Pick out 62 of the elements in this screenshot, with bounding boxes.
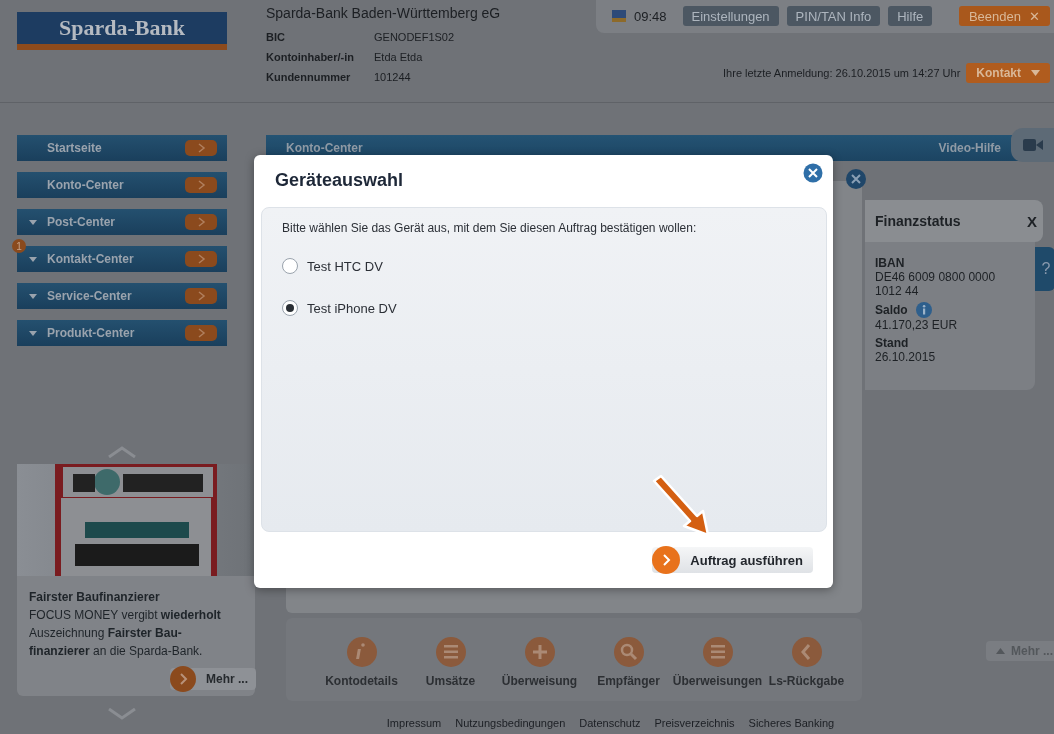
clock-time: 09:48	[634, 8, 667, 24]
field-label: Saldo	[875, 303, 908, 317]
field-value: DE46 6009 0800 0000 1012 44	[875, 270, 997, 298]
action-button[interactable]: Empfänger	[584, 634, 673, 701]
promo-text: Fairster Baufinanzierer FOCUS MONEY vergibt wiederholt Auszeichnung Fairster Bau-finanzierer an die Sparda-Bank.	[28, 589, 222, 660]
field-label: Kontoinhaber/-in	[266, 51, 355, 63]
bank-name: Sparda-Bank Baden-Württemberg eG	[266, 5, 502, 21]
footer-link[interactable]: Sicheres Banking	[748, 717, 835, 729]
last-login-text: Ihre letzte Anmeldung: 26.10.2015 um 14:27 Uhr	[723, 67, 961, 79]
action-button[interactable]: Überweisung	[495, 634, 584, 701]
radio-option[interactable]: Test HTC DV	[282, 255, 826, 277]
info-icon[interactable]	[915, 302, 932, 318]
field-value: 26.10.2015	[875, 350, 937, 364]
field-label: IBAN	[875, 256, 905, 270]
option-label: Test iPhone DV	[307, 300, 397, 316]
sidebar-item[interactable]: Post-Center	[17, 209, 227, 235]
bank-logo: Sparda-Bank	[17, 12, 227, 50]
sidebar-item[interactable]: Konto-Center	[17, 172, 227, 198]
radio-option[interactable]: Test iPhone DV	[282, 297, 826, 319]
caret-icon	[996, 648, 1005, 654]
card-title: Finanzstatus	[875, 213, 961, 229]
action-button[interactable]: Kontodetails	[317, 634, 406, 701]
caret-icon	[1031, 70, 1040, 76]
notification-badge: 1	[12, 239, 26, 253]
dialog-title: Geräteauswahl	[275, 170, 404, 192]
footer-link[interactable]: Preisverzeichnis	[654, 717, 735, 729]
prompt-text: Bitte wählen Sie das Gerät aus, mit dem Sie diesen Auftrag bestätigen wollen:	[282, 221, 698, 235]
close-icon[interactable]	[803, 163, 823, 183]
footer-link[interactable]: Nutzungsbedingungen	[455, 717, 566, 729]
field-value: 101244	[374, 71, 411, 83]
help-tab[interactable]: ?	[1035, 247, 1054, 291]
field-label: BIC	[266, 31, 286, 43]
footer-link[interactable]: Datenschutz	[579, 717, 641, 729]
field-value: Etda Etda	[374, 51, 423, 63]
sidebar-item[interactable]: Startseite	[17, 135, 227, 161]
field-label: Stand	[875, 336, 909, 350]
video-help-link[interactable]: Video-Hilfe	[938, 141, 1001, 155]
exit-button[interactable]: Beenden ✕	[958, 6, 1050, 26]
close-icon[interactable]	[846, 169, 866, 189]
radio-button[interactable]	[282, 300, 298, 316]
action-button[interactable]: Ls-Rückgabe	[762, 634, 851, 701]
flag-icon	[612, 10, 626, 22]
contact-button[interactable]: Kontakt	[966, 63, 1050, 83]
field-value: GENODEF1S02	[374, 31, 455, 43]
action-button[interactable]: Überweisungen	[673, 634, 762, 701]
camera-icon[interactable]	[1023, 139, 1043, 151]
more-button[interactable]: Mehr ...	[170, 668, 256, 690]
close-button[interactable]: X	[1027, 212, 1037, 230]
field-value: 41.170,23 EUR	[875, 318, 959, 332]
header-button[interactable]: PIN/TAN Info	[786, 6, 881, 26]
radio-button[interactable]	[282, 258, 298, 274]
sidebar-item[interactable]: Service-Center	[17, 283, 227, 309]
close-icon: ✕	[1029, 8, 1040, 24]
action-button[interactable]: Umsätze	[406, 634, 495, 701]
header-button[interactable]: Einstellungen	[682, 6, 779, 26]
sidebar-item[interactable]: Produkt-Center	[17, 320, 227, 346]
option-label: Test HTC DV	[307, 258, 383, 274]
header-button[interactable]: Hilfe	[888, 6, 933, 26]
field-label: Kundennummer	[266, 71, 352, 83]
submit-button[interactable]: Auftrag ausführen	[652, 547, 813, 573]
title-bar-text: Konto-Center	[286, 141, 364, 155]
footer-link[interactable]: Impressum	[386, 717, 442, 729]
